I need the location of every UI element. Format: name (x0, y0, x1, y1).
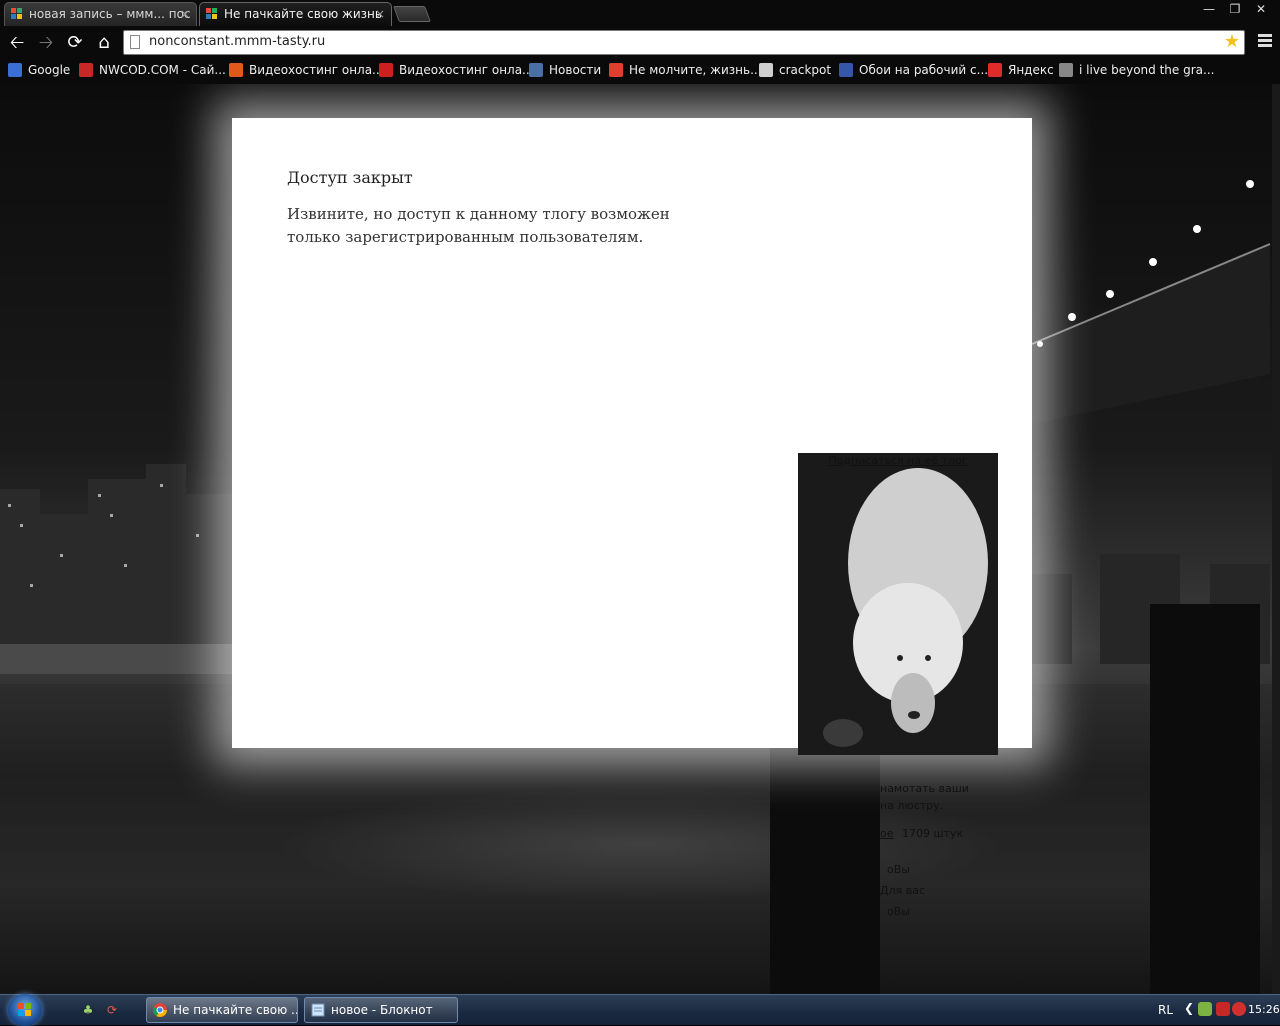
browser-chrome: новая запись – ммм... пос × Не пачкайте … (0, 0, 1280, 84)
bookmark-label: Видеохостинг онла... (399, 63, 534, 77)
bookmark-item[interactable]: Google (8, 61, 70, 79)
tray-expand-icon[interactable]: ❮ (1184, 1001, 1194, 1015)
window-controls: — ❐ ✕ (1196, 0, 1274, 18)
bookmark-label: Видеохостинг онла... (249, 63, 384, 77)
bookmark-label: Google (28, 63, 71, 77)
bookmark-item[interactable]: Новости (529, 61, 601, 79)
taskbar-item-label: новое - Блокнот (331, 1003, 433, 1017)
quicklaunch-app-icon[interactable]: ♣ (80, 1002, 96, 1018)
tasty-favicon-icon (206, 8, 217, 19)
system-tray: RL ❮ 15:26 (1150, 995, 1280, 1025)
bookmark-label: Не молчите, жизнь... (629, 63, 762, 77)
profile-line: на люстру. (880, 799, 944, 812)
wolf-picture (798, 453, 998, 755)
close-tab-icon[interactable]: × (180, 3, 190, 25)
profile-line: намотать ваши (880, 782, 969, 795)
minimize-icon[interactable]: — (1196, 0, 1222, 18)
tray-network-icon[interactable] (1198, 1002, 1212, 1016)
profile-link[interactable]: ое (880, 825, 894, 842)
taskbar-item-chrome[interactable]: Не пачкайте свою ... (146, 997, 298, 1023)
clock: 15:26 (1248, 1003, 1280, 1016)
profile-line: 1709 штук (902, 827, 964, 840)
home-icon[interactable]: ⌂ (93, 32, 115, 54)
menu-icon[interactable] (1258, 34, 1272, 48)
close-window-icon[interactable]: ✕ (1248, 0, 1274, 18)
bookmark-item[interactable]: i live beyond the gra... (1059, 61, 1214, 79)
bookmark-item[interactable]: Видеохостинг онла... (379, 61, 534, 79)
restore-icon[interactable]: ❐ (1222, 0, 1248, 18)
bookmark-label: Обои на рабочий с... (859, 63, 989, 77)
bookmark-item[interactable]: Видеохостинг онла... (229, 61, 384, 79)
page-title: Доступ закрыт (287, 168, 413, 187)
subscribe-link[interactable]: Подписаться на её тлог (798, 453, 998, 469)
wallpaper-icon (839, 63, 853, 77)
bookmark-item[interactable]: Яндекс (988, 61, 1054, 79)
taskbar-item-label: Не пачкайте свою ... (173, 1003, 298, 1017)
close-tab-icon[interactable]: × (375, 3, 385, 25)
taskbar-item-notepad[interactable]: новое - Блокнот (304, 997, 458, 1023)
page-scrollbar[interactable] (1272, 84, 1280, 994)
bookmark-star-icon[interactable]: ★ (1224, 31, 1240, 52)
forward-icon[interactable]: 🡢 (35, 32, 57, 54)
start-button[interactable] (8, 994, 42, 1026)
language-indicator[interactable]: RL (1158, 1003, 1173, 1017)
url-text[interactable]: nonconstant.mmm-tasty.ru (149, 34, 325, 49)
bookmark-label: Новости (549, 63, 602, 77)
bookmark-label: NWCOD.COM - Сай... (99, 63, 226, 77)
page-icon (130, 35, 140, 49)
notepad-icon (311, 1003, 325, 1017)
tasty-icon (609, 63, 623, 77)
page-background: Доступ закрыт Извините, но доступ к данн… (0, 84, 1280, 994)
tasty-favicon-icon (11, 8, 22, 19)
toolbar: 🡠 🡢 ⟳ ⌂ nonconstant.mmm-tasty.ru ★ (0, 28, 1280, 58)
profile-line: Для вас (880, 884, 926, 897)
tray-volume-icon[interactable] (1232, 1002, 1246, 1016)
vk-icon (529, 63, 543, 77)
bookmarks-bar: Google NWCOD.COM - Сай... Видеохостинг онл… (0, 59, 1280, 81)
bookmark-item[interactable]: Не молчите, жизнь... (609, 61, 762, 79)
bookmark-item[interactable]: Обои на рабочий с... (839, 61, 988, 79)
tab-active[interactable]: Не пачкайте свою жизнь × (199, 2, 392, 26)
google-icon (8, 63, 22, 77)
bookmark-label: i live beyond the gra... (1079, 63, 1215, 77)
youtube-icon (379, 63, 393, 77)
tray-antivirus-icon[interactable] (1216, 1002, 1230, 1016)
bookmark-item[interactable]: NWCOD.COM - Сай... (79, 61, 226, 79)
chrome-icon (153, 1003, 167, 1017)
profile-line: оВы (887, 905, 910, 918)
bookmark-label: crackpot (779, 63, 832, 77)
tumblr-icon (1059, 63, 1073, 77)
bookmark-item[interactable]: crackpot (759, 61, 831, 79)
tab-inactive[interactable]: новая запись – ммм... пос × (4, 2, 197, 26)
windows-taskbar: ♣ ⟳ Не пачкайте свою ... новое - Блокнот… (0, 994, 1280, 1026)
new-tab-button[interactable] (393, 6, 431, 22)
reload-icon[interactable]: ⟳ (64, 32, 86, 54)
tab-strip: новая запись – ммм... пос × Не пачкайте … (0, 0, 1280, 26)
windows-logo-icon (18, 1003, 31, 1016)
v-icon (759, 63, 773, 77)
wolf-image: Подписаться на её тлог (798, 453, 998, 755)
access-message: Извините, но доступ к данному тлогу возм… (287, 205, 670, 246)
back-icon[interactable]: 🡠 (6, 32, 28, 54)
quicklaunch-sync-icon[interactable]: ⟳ (104, 1002, 120, 1018)
f-icon (229, 63, 243, 77)
address-bar[interactable]: nonconstant.mmm-tasty.ru ★ (123, 30, 1245, 55)
profile-line: оВы (887, 863, 910, 876)
bookmark-label: Яндекс (1008, 63, 1054, 77)
yandex-icon (988, 63, 1002, 77)
tab-title: Не пачкайте свою жизнь (224, 7, 382, 21)
nwcod-icon (79, 63, 93, 77)
tab-title: новая запись – ммм... пос (29, 7, 191, 21)
